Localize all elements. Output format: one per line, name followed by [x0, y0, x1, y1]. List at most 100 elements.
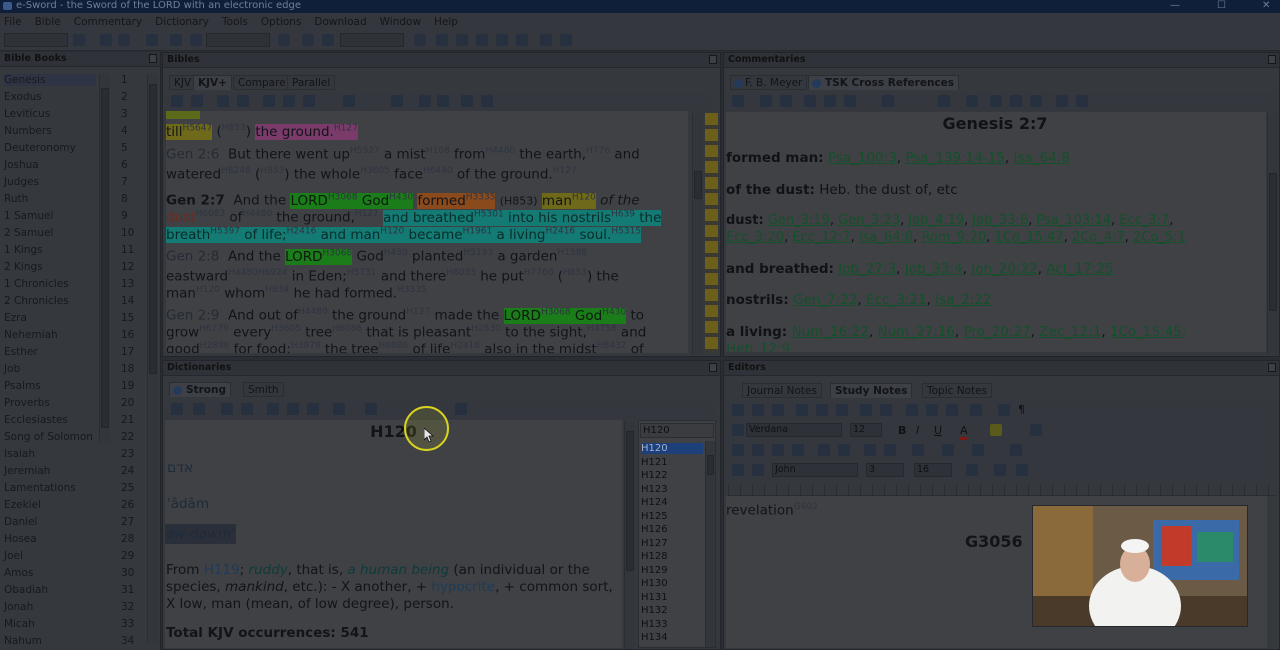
scroll-thumb[interactable]	[694, 171, 702, 199]
strong-number[interactable]: H4480	[228, 268, 258, 278]
key-item[interactable]: H120	[641, 443, 703, 454]
strong-number[interactable]: H3335	[466, 192, 496, 202]
zoom-icon[interactable]	[419, 95, 431, 107]
page-icon[interactable]	[998, 404, 1010, 416]
copy-icon[interactable]	[732, 404, 744, 416]
format-icon[interactable]	[365, 403, 377, 415]
strong-number[interactable]: H3068	[328, 192, 358, 202]
strong-number[interactable]: H430	[389, 192, 413, 202]
tab-compare[interactable]: Compare	[233, 75, 291, 90]
minimize-icon[interactable]: —	[1170, 0, 1180, 11]
tab-tsk-cross-references[interactable]: TSK Cross References	[808, 75, 960, 90]
bible-book-select[interactable]	[4, 33, 68, 47]
strong-number[interactable]: H6779	[199, 324, 229, 334]
search-combo[interactable]	[206, 33, 270, 47]
menu-bible[interactable]: Bible	[35, 16, 61, 28]
key-item[interactable]: H124	[641, 497, 668, 508]
scripture-link[interactable]: Act_17:25	[1046, 261, 1113, 277]
book-item[interactable]: Esther	[4, 346, 38, 358]
book-item[interactable]: Obadiah	[4, 584, 48, 596]
next-icon[interactable]	[146, 34, 158, 46]
compare-icon[interactable]	[191, 95, 203, 107]
print-icon[interactable]	[267, 403, 279, 415]
chapter-item[interactable]: 3	[121, 108, 128, 120]
strong-number[interactable]: H853	[260, 166, 284, 176]
binoculars-icon[interactable]	[221, 403, 233, 415]
book-item[interactable]: Isaiah	[4, 448, 35, 460]
strong-number[interactable]: H127	[553, 166, 577, 176]
scripture-link[interactable]: Ecc_3:20	[726, 230, 784, 245]
bullet-list-icon[interactable]	[818, 444, 830, 456]
book-item[interactable]: 1 Chronicles	[4, 278, 69, 290]
scripture-link[interactable]: Gen_7:22	[793, 292, 857, 308]
undo-icon[interactable]	[860, 404, 872, 416]
menu-download[interactable]: Download	[314, 16, 366, 28]
layout-icon[interactable]	[455, 403, 467, 415]
print-icon[interactable]	[302, 34, 314, 46]
strong-number[interactable]: H430	[384, 248, 408, 258]
key-item[interactable]: H132	[641, 605, 668, 616]
chapter-item[interactable]: 21	[121, 414, 134, 426]
scripture-link[interactable]: Isa_64:8	[1013, 150, 1069, 166]
scripture-link[interactable]: Heb_12:9	[726, 341, 790, 352]
strong-number[interactable]: H8432	[597, 341, 627, 351]
menu-window[interactable]: Window	[380, 16, 421, 28]
book-item[interactable]: Daniel	[4, 516, 37, 528]
back-icon[interactable]	[100, 34, 112, 46]
scripture-link[interactable]: Pro_20:27	[964, 324, 1031, 340]
strong-number[interactable]: H834	[265, 285, 289, 295]
chapter-select[interactable]: 3	[866, 463, 904, 477]
scripture-link[interactable]: Psa_139:14-15	[905, 150, 1005, 166]
strong-number[interactable]: H3605	[360, 166, 390, 176]
scroll-thumb[interactable]	[1269, 173, 1277, 311]
strong-number[interactable]: H2416	[287, 226, 317, 236]
book-item[interactable]: Ezekiel	[4, 499, 41, 511]
search-icon[interactable]	[241, 403, 253, 415]
strong-number[interactable]: H2530	[471, 324, 501, 334]
tab-parallel[interactable]: Parallel	[287, 75, 336, 90]
scripture-link[interactable]: Psa_100:3	[828, 150, 897, 166]
strong-number[interactable]: H639	[611, 209, 635, 219]
strong-number[interactable]: H120	[380, 226, 404, 236]
book-item[interactable]: Exodus	[4, 91, 42, 103]
spell-icon[interactable]	[752, 404, 764, 416]
back-icon[interactable]	[1056, 95, 1068, 107]
indent-icon[interactable]	[864, 444, 876, 456]
search-icon[interactable]	[237, 95, 249, 107]
book-item[interactable]: Joel	[4, 550, 23, 562]
window-4-icon[interactable]	[496, 34, 508, 46]
font-select[interactable]: Verdana	[746, 423, 842, 437]
underline-button[interactable]: U	[934, 424, 942, 437]
book-item[interactable]: Leviticus	[4, 108, 50, 120]
italic-button[interactable]: I	[916, 424, 919, 437]
chapter-item[interactable]: 25	[121, 482, 134, 494]
author-select[interactable]: John	[772, 463, 858, 477]
document-icon[interactable]	[303, 95, 315, 107]
dictionary-scrollbar[interactable]	[624, 421, 635, 649]
align-left-icon[interactable]	[732, 444, 744, 456]
chapter-item[interactable]: 1	[121, 74, 128, 86]
highlight-icon[interactable]	[333, 403, 345, 415]
book-item[interactable]: Jonah	[4, 601, 33, 613]
forward-icon[interactable]	[1076, 95, 1088, 107]
strong-number[interactable]: H8248	[221, 166, 251, 176]
paragraph-icon[interactable]: ¶	[1018, 403, 1025, 416]
book-item[interactable]: Proverbs	[4, 397, 50, 409]
outdent-icon[interactable]	[884, 444, 896, 456]
book-item[interactable]: Judges	[4, 176, 39, 188]
edit-icon[interactable]	[278, 34, 290, 46]
strong-link[interactable]: hypocrite	[431, 579, 495, 595]
scripture-link[interactable]: Rom_9:20	[921, 230, 986, 245]
copy-icon[interactable]	[171, 95, 183, 107]
grid-icon[interactable]	[972, 444, 984, 456]
pin-icon[interactable]	[149, 54, 157, 63]
paste-icon[interactable]	[824, 95, 836, 107]
paste-icon[interactable]	[287, 403, 299, 415]
scripture-link[interactable]: Isa_64:8	[859, 230, 913, 245]
sync-icon[interactable]	[73, 34, 85, 46]
chapter-item[interactable]: 18	[121, 363, 134, 375]
scripture-link[interactable]: Ecc_12:7	[792, 230, 850, 245]
document-icon[interactable]	[844, 95, 856, 107]
binoculars-icon[interactable]	[760, 95, 772, 107]
layout-icon[interactable]	[414, 34, 426, 46]
